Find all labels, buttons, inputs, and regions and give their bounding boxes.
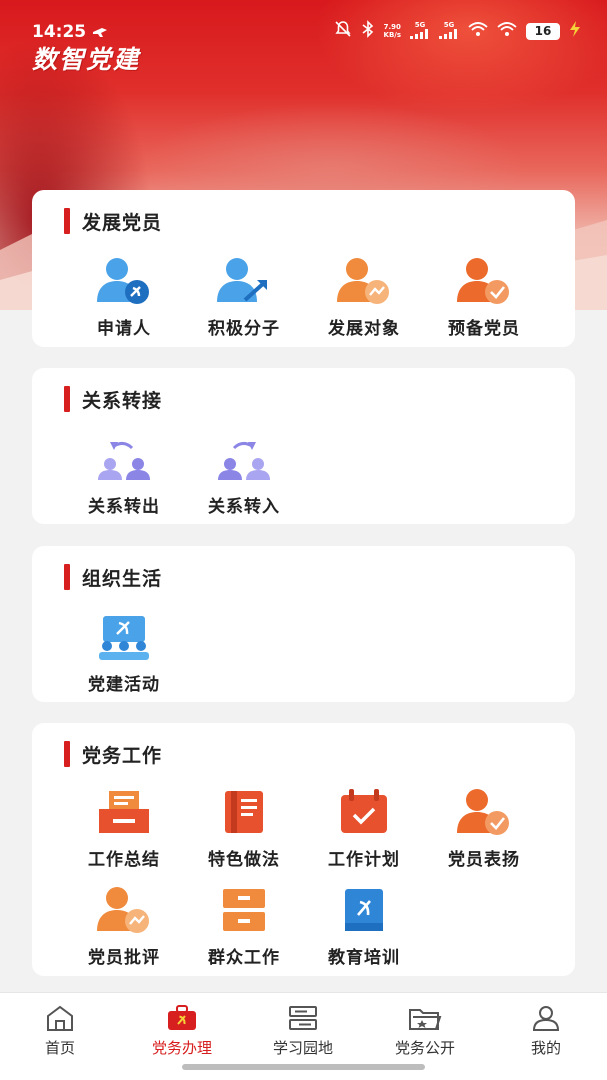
probationary-member-icon: [454, 254, 514, 306]
transfer-out-icon: [94, 432, 154, 484]
item-label: 特色做法: [208, 850, 280, 870]
nav-label: 学习园地: [272, 1039, 333, 1057]
hotspot-icon: [468, 21, 488, 41]
nav-label: 党务公开: [394, 1039, 455, 1057]
nav-home[interactable]: 首页: [10, 1003, 110, 1058]
signal-bars-icon: [410, 29, 428, 39]
nav-study[interactable]: 学习园地: [253, 1003, 353, 1058]
item-development-target[interactable]: 发展对象: [304, 254, 424, 339]
section-party-work: 党务工作 工作总结 特色做法 工作计划 党员表扬 党员批评 群众工作 教育培训: [32, 723, 575, 976]
item-label: 预备党员: [448, 319, 520, 339]
bluetooth-icon: [361, 20, 375, 42]
network-speed: 7.90 KB/s: [384, 23, 401, 39]
item-member-praise[interactable]: 党员表扬: [424, 785, 544, 870]
item-label: 党建活动: [88, 675, 160, 695]
item-party-activity[interactable]: 党建活动: [64, 610, 184, 695]
signal-1: 5G: [410, 21, 430, 41]
section-accent-bar: [64, 741, 70, 767]
network-speed-unit: KB/s: [383, 31, 401, 39]
signal-bars-icon: [439, 29, 457, 39]
briefcase-icon: [165, 1003, 199, 1033]
item-transfer-in[interactable]: 关系转入: [184, 432, 304, 517]
study-icon: [286, 1003, 320, 1033]
item-member-criticism[interactable]: 党员批评: [64, 883, 184, 968]
mass-work-icon: [214, 883, 274, 935]
member-criticism-icon: [94, 883, 154, 935]
item-label: 申请人: [97, 319, 151, 339]
work-plan-icon: [334, 785, 394, 837]
item-label: 发展对象: [328, 319, 400, 339]
status-bar: 14:25 7.90 KB/s 5G 5G 16: [0, 0, 607, 42]
section-relation-transfer: 关系转接 关系转出 关系转入: [32, 368, 575, 524]
home-indicator[interactable]: [182, 1064, 425, 1070]
app-title: 数智党建: [32, 45, 141, 74]
work-summary-icon: [94, 785, 154, 837]
item-label: 党员表扬: [448, 850, 520, 870]
item-applicant[interactable]: 申请人: [64, 254, 184, 339]
item-label: 关系转出: [88, 497, 160, 517]
section-accent-bar: [64, 564, 70, 590]
party-activity-icon: [94, 610, 154, 662]
mute-icon: [334, 20, 352, 42]
section-title: 组织生活: [82, 567, 163, 590]
nav-label: 我的: [530, 1039, 561, 1057]
item-transfer-out[interactable]: 关系转出: [64, 432, 184, 517]
item-mass-work[interactable]: 群众工作: [184, 883, 304, 968]
item-label: 关系转入: [208, 497, 280, 517]
nav-open-affairs[interactable]: 党务公开: [375, 1003, 475, 1058]
nav-label: 党务办理: [151, 1039, 212, 1057]
item-label: 工作总结: [88, 850, 160, 870]
signal-2-label: 5G: [443, 21, 455, 29]
section-title: 发展党员: [82, 211, 163, 234]
section-accent-bar: [64, 386, 70, 412]
transfer-in-icon: [214, 432, 274, 484]
featured-practice-icon: [214, 785, 274, 837]
member-praise-icon: [454, 785, 514, 837]
item-work-summary[interactable]: 工作总结: [64, 785, 184, 870]
nav-label: 首页: [44, 1039, 75, 1057]
item-label: 积极分子: [208, 319, 280, 339]
item-label: 群众工作: [208, 948, 280, 968]
battery-indicator: 16: [526, 22, 560, 40]
item-education-training[interactable]: 教育培训: [304, 883, 424, 968]
charging-icon: [569, 21, 581, 41]
item-label: 教育培训: [328, 948, 400, 968]
status-time: 14:25: [32, 22, 87, 42]
applicant-icon: [94, 254, 154, 306]
item-featured-practice[interactable]: 特色做法: [184, 785, 304, 870]
section-develop-members: 发展党员 申请人 积极分子 发展对象 预备党员: [32, 190, 575, 347]
item-label: 工作计划: [328, 850, 400, 870]
folder-icon: [408, 1003, 442, 1033]
wifi-icon: [497, 21, 517, 41]
activist-icon: [214, 254, 274, 306]
development-target-icon: [334, 254, 394, 306]
section-accent-bar: [64, 208, 70, 234]
section-title: 党务工作: [82, 744, 163, 767]
item-probationary-member[interactable]: 预备党员: [424, 254, 544, 339]
item-work-plan[interactable]: 工作计划: [304, 785, 424, 870]
item-label: 党员批评: [88, 948, 160, 968]
network-speed-value: 7.90: [383, 23, 401, 31]
user-icon: [529, 1003, 563, 1033]
item-activist[interactable]: 积极分子: [184, 254, 304, 339]
section-title: 关系转接: [82, 389, 163, 412]
education-training-icon: [334, 883, 394, 935]
section-org-life: 组织生活 党建活动: [32, 546, 575, 702]
nav-party-affairs[interactable]: 党务办理: [132, 1003, 232, 1058]
signal-1-label: 5G: [414, 21, 426, 29]
signal-2: 5G: [439, 21, 459, 41]
home-icon: [43, 1003, 77, 1033]
nav-mine[interactable]: 我的: [496, 1003, 596, 1058]
